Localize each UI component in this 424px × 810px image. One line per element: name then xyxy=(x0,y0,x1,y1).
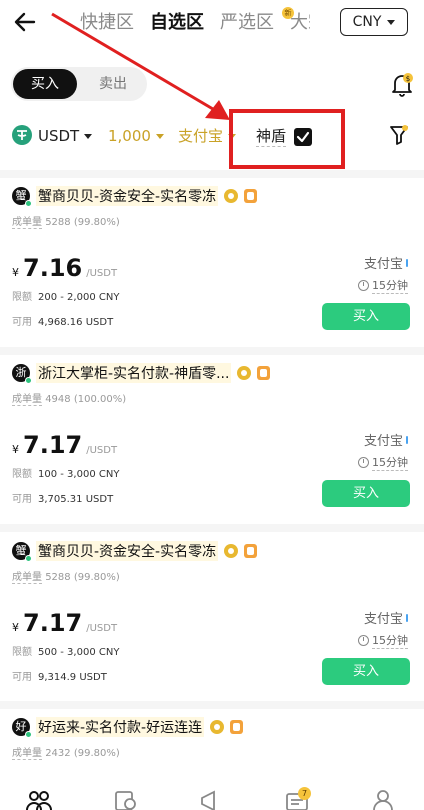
price: ¥ 7.16 /USDT xyxy=(12,254,118,282)
buy-button[interactable]: 买入 xyxy=(322,303,410,330)
merchant-row[interactable]: 蟹 蟹商贝贝-资金安全-实名零冻 xyxy=(12,541,258,562)
merchant-row[interactable]: 蟹 蟹商贝贝-资金安全-实名零冻 xyxy=(12,186,258,207)
currency-label: CNY xyxy=(352,14,382,30)
chevron-down-icon xyxy=(84,133,93,139)
payment-time: 15分钟 xyxy=(358,454,408,471)
payment-time: 15分钟 xyxy=(358,632,408,649)
payment-filter[interactable]: 支付宝 xyxy=(178,126,237,146)
amount-filter[interactable]: 1,000 xyxy=(108,126,164,146)
messages-count-badge: 7 xyxy=(298,787,311,800)
limit: 限额 100 - 3,000 CNY xyxy=(12,469,120,480)
tab-quick[interactable]: 快捷区 xyxy=(80,8,134,38)
merchant-name: 蟹商贝贝-资金安全-实名零冻 xyxy=(36,186,219,206)
shield-badge-icon xyxy=(244,544,258,558)
annotation-highlight-box xyxy=(229,109,345,169)
merchant-name: 蟹商贝贝-资金安全-实名零冻 xyxy=(36,541,219,561)
merchant-row[interactable]: 浙 浙江大掌柜-实名付款-神盾零... xyxy=(12,363,271,384)
filter-funnel-icon[interactable] xyxy=(389,124,409,146)
online-dot-icon xyxy=(25,555,32,562)
shield-badge-icon xyxy=(244,189,258,203)
alipay-marker-icon xyxy=(406,258,408,267)
coin-filter-label: USDT xyxy=(38,127,80,145)
available: 可用 9,314.9 USDT xyxy=(12,672,107,683)
bottom-nav xyxy=(0,782,424,810)
top-header: 快捷区 自选区 严选区 大宗 新 CNY xyxy=(0,0,424,46)
back-arrow-icon[interactable] xyxy=(12,9,38,35)
price: ¥ 7.17 /USDT xyxy=(12,431,118,459)
merchant-row[interactable]: 好 好运来-实名付款-好运连连 xyxy=(12,717,244,738)
merchant-name: 浙江大掌柜-实名付款-神盾零... xyxy=(36,363,232,383)
shield-badge-icon xyxy=(230,720,244,734)
currency-selector[interactable]: CNY xyxy=(340,8,408,36)
shield-badge-icon xyxy=(257,366,271,380)
chevron-down-icon xyxy=(387,19,396,25)
online-dot-icon xyxy=(25,200,32,207)
divider xyxy=(0,524,424,532)
alipay-marker-icon xyxy=(406,435,408,444)
clock-icon xyxy=(358,280,369,291)
verified-badge-icon xyxy=(224,544,239,558)
payment-filter-label: 支付宝 xyxy=(178,127,224,145)
online-dot-icon xyxy=(25,377,32,384)
filter-bar: USDT 1,000 支付宝 xyxy=(0,118,424,154)
offer-card: 蟹 蟹商贝贝-资金安全-实名零冻 成单量 5288 (99.80%) ¥ 7.1… xyxy=(0,186,424,346)
available: 可用 3,705.31 USDT xyxy=(12,494,114,505)
avatar: 蟹 xyxy=(12,187,32,207)
buy-button[interactable]: 买入 xyxy=(322,480,410,507)
price: ¥ 7.17 /USDT xyxy=(12,609,118,637)
avatar: 浙 xyxy=(12,364,32,384)
payment-method: 支付宝 xyxy=(364,253,408,272)
offer-card: 浙 浙江大掌柜-实名付款-神盾零... 成单量 4948 (100.00%) ¥… xyxy=(0,363,424,523)
buy-sell-toggle: 买入 卖出 xyxy=(11,67,147,101)
offer-card: 好 好运来-实名付款-好运连连 成单量 2432 (99.80%) xyxy=(0,717,424,777)
payment-method: 支付宝 xyxy=(364,430,408,449)
online-dot-icon xyxy=(25,731,32,738)
new-badge: 新 xyxy=(282,7,294,19)
megaphone-icon[interactable] xyxy=(198,788,224,810)
limit: 限额 200 - 2,000 CNY xyxy=(12,292,120,303)
limit: 限额 500 - 3,000 CNY xyxy=(12,647,120,658)
buy-toggle-option[interactable]: 买入 xyxy=(13,69,77,99)
verified-badge-icon xyxy=(224,189,239,203)
verified-badge-icon xyxy=(210,720,225,734)
offer-card: 蟹 蟹商贝贝-资金安全-实名零冻 成单量 5288 (99.80%) ¥ 7.1… xyxy=(0,541,424,701)
divider xyxy=(0,701,424,709)
alipay-marker-icon xyxy=(406,613,408,622)
tab-custom[interactable]: 自选区 xyxy=(150,8,204,38)
clock-icon xyxy=(358,457,369,468)
payment-method: 支付宝 xyxy=(364,608,408,627)
svg-text:$: $ xyxy=(406,75,410,83)
divider xyxy=(0,170,424,178)
avatar: 蟹 xyxy=(12,542,32,562)
buy-button[interactable]: 买入 xyxy=(322,658,410,685)
order-stats: 成单量 5288 (99.80%) xyxy=(12,572,120,584)
merchant-name: 好运来-实名付款-好运连连 xyxy=(36,717,205,737)
avatar: 好 xyxy=(12,718,32,738)
divider xyxy=(0,347,424,355)
price-value: 7.16 xyxy=(23,254,83,282)
price-value: 7.17 xyxy=(23,431,83,459)
order-stats: 成单量 2432 (99.80%) xyxy=(12,748,120,760)
clock-icon xyxy=(358,635,369,646)
order-stats: 成单量 5288 (99.80%) xyxy=(12,217,120,229)
notification-bell-icon[interactable]: $ xyxy=(390,72,414,98)
payment-time: 15分钟 xyxy=(358,277,408,294)
tab-selected[interactable]: 严选区 xyxy=(220,8,274,38)
chevron-down-icon xyxy=(155,133,164,139)
order-stats: 成单量 4948 (100.00%) xyxy=(12,394,127,406)
price-value: 7.17 xyxy=(23,609,83,637)
p2p-users-icon[interactable] xyxy=(26,788,52,810)
verified-badge-icon xyxy=(237,366,252,380)
orders-clock-icon[interactable] xyxy=(112,788,138,810)
coin-filter[interactable]: USDT xyxy=(38,126,93,146)
sell-toggle-option[interactable]: 卖出 xyxy=(81,69,145,99)
market-tabs: 快捷区 自选区 严选区 大宗 xyxy=(80,8,310,38)
usdt-coin-icon xyxy=(12,125,32,145)
profile-icon[interactable] xyxy=(370,788,396,810)
amount-filter-label: 1,000 xyxy=(108,127,151,145)
available: 可用 4,968.16 USDT xyxy=(12,317,114,328)
